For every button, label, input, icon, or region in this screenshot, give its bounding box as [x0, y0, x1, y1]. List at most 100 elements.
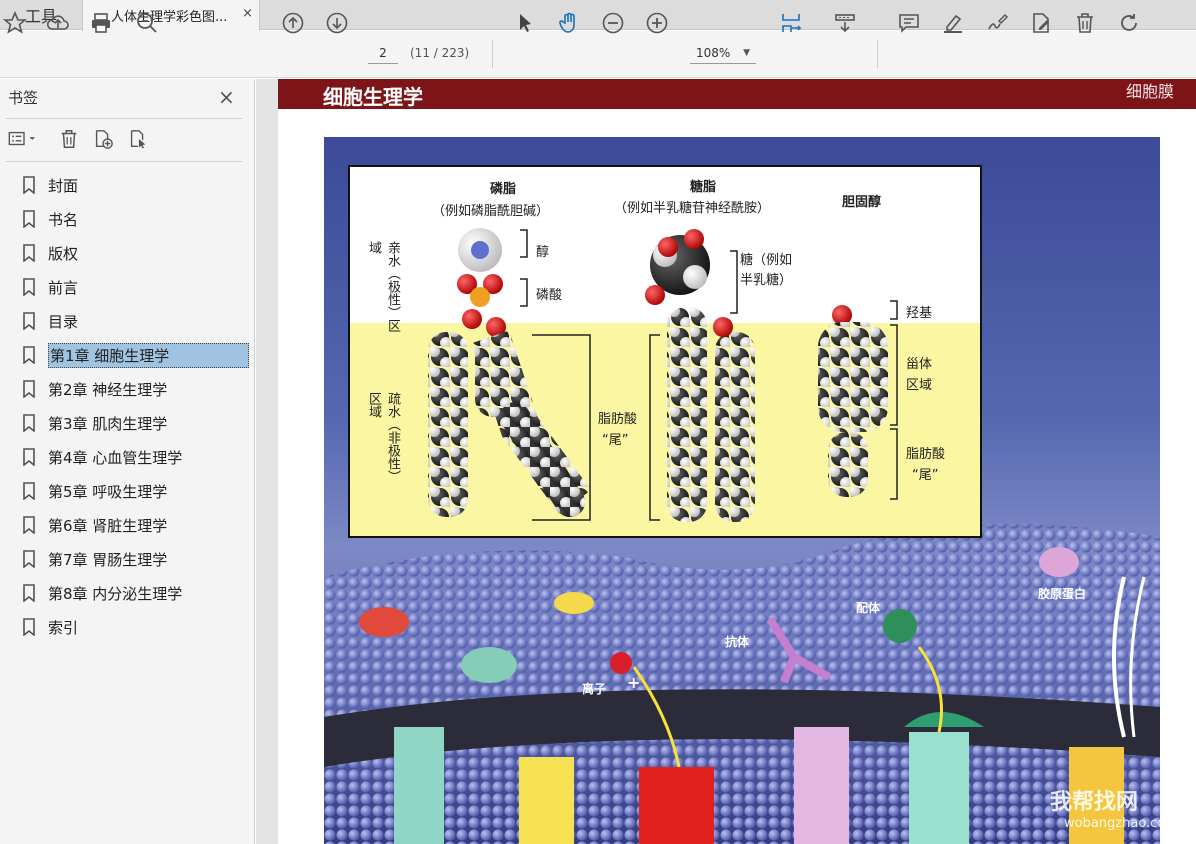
scroll-mode-icon[interactable]	[830, 8, 860, 38]
bookmark-item[interactable]: 第4章 心血管生理学	[22, 445, 182, 469]
divider	[6, 118, 242, 119]
phospholipid-example: （例如磷脂酰胆碱）	[432, 204, 550, 219]
section-label: 细胞膜	[1125, 82, 1174, 101]
fatty-acid-tail-label: 脂肪酸	[598, 412, 638, 427]
bookmark-icon	[23, 448, 35, 466]
bookmark-label: 版权	[48, 244, 79, 263]
bookmark-icon	[23, 482, 35, 500]
hand-icon[interactable]	[554, 8, 584, 38]
bookmark-icon	[23, 618, 35, 636]
zoom-select[interactable]: 108% ▼	[690, 42, 756, 64]
bookmark-label: 第2章 神经生理学	[48, 380, 168, 399]
delete-bookmark-icon[interactable]	[56, 126, 82, 152]
star-icon[interactable]	[0, 8, 30, 38]
bookmark-label: 第8章 内分泌生理学	[48, 584, 183, 603]
document-viewer[interactable]: 细胞生理学 细胞膜 配体 胶原蛋白 抗体 离子 + 磷脂 （例如磷脂酰胆碱） 糖…	[256, 79, 1196, 844]
bookmark-icon	[23, 210, 35, 228]
sign-icon[interactable]	[982, 8, 1012, 38]
cholesterol-label: 胆固醇	[842, 195, 882, 210]
new-bookmark-icon[interactable]	[90, 126, 116, 152]
bookmark-label: 第3章 肌肉生理学	[48, 414, 168, 433]
bookmark-item[interactable]: 索引	[22, 615, 78, 639]
bookmarks-title: 书签	[8, 89, 39, 107]
bookmark-label: 书名	[48, 210, 79, 229]
antibody-label: 抗体	[725, 635, 750, 649]
bookmark-item[interactable]: 前言	[22, 275, 78, 299]
up-arrow-icon[interactable]	[278, 8, 308, 38]
rotate-icon[interactable]	[1114, 8, 1144, 38]
select-cursor-icon[interactable]	[510, 8, 540, 38]
fit-page-icon[interactable]	[776, 8, 806, 38]
bookmark-item[interactable]: 目录	[22, 309, 78, 333]
bookmark-item[interactable]: 书名	[22, 207, 78, 231]
bookmark-label: 第7章 胃肠生理学	[48, 550, 168, 569]
print-icon[interactable]	[86, 8, 116, 38]
phosphate-label: 磷酸	[536, 288, 563, 303]
sugar-label-2: 半乳糖）	[740, 273, 793, 288]
bookmark-label: 第1章 细胞生理学	[48, 342, 249, 368]
bookmark-label: 第6章 肾脏生理学	[48, 516, 168, 535]
zoom-out-icon[interactable]	[598, 8, 628, 38]
lipid-structure-box: 磷脂 （例如磷脂酰胆碱） 糖脂 （例如半乳糖苷神经酰胺） 胆固醇 亲水（极性）区…	[348, 165, 982, 538]
bookmark-icon	[23, 584, 35, 602]
upload-icon[interactable]	[43, 8, 73, 38]
bookmark-icon	[23, 380, 35, 398]
lipid-molecules-image	[428, 228, 898, 522]
bookmark-item[interactable]: 第1章 细胞生理学	[22, 342, 249, 368]
down-arrow-icon[interactable]	[322, 8, 352, 38]
comment-icon[interactable]	[894, 8, 924, 38]
edit-pdf-icon[interactable]	[1026, 8, 1056, 38]
highlight-icon[interactable]	[938, 8, 968, 38]
watermark-url: wobangzhao.com	[1064, 816, 1178, 831]
bookmark-item[interactable]: 第6章 肾脏生理学	[22, 513, 167, 537]
bookmark-icon	[23, 550, 35, 568]
hydroxyl-label: 羟基	[906, 306, 933, 321]
page-banner: 细胞生理学 细胞膜	[278, 79, 1196, 109]
page-title: 细胞生理学	[323, 85, 423, 109]
bookmark-icon	[23, 516, 35, 534]
delete-icon[interactable]	[1070, 8, 1100, 38]
glycolipid-example: （例如半乳糖苷神经酰胺）	[614, 201, 771, 216]
bookmark-item[interactable]: 封面	[22, 173, 78, 197]
bookmark-item[interactable]: 版权	[22, 241, 78, 265]
steroid-label: 甾体	[906, 357, 933, 372]
tab-close-icon[interactable]: ×	[242, 6, 253, 21]
page-number-input[interactable]: 2	[368, 42, 398, 64]
bookmark-label: 前言	[48, 278, 79, 297]
bookmark-icon	[23, 176, 35, 194]
close-icon[interactable]: ×	[218, 85, 235, 109]
glycolipid-label: 糖脂	[690, 180, 717, 195]
bookmark-label: 第5章 呼吸生理学	[48, 482, 168, 501]
collagen-label: 胶原蛋白	[1038, 587, 1087, 601]
alcohol-label: 醇	[536, 245, 550, 260]
bookmark-item[interactable]: 第7章 胃肠生理学	[22, 547, 167, 571]
ligand-label: 配体	[856, 601, 881, 615]
bookmark-item[interactable]: 第2章 神经生理学	[22, 377, 167, 401]
cholesterol-tail-label-2: “尾”	[912, 468, 939, 483]
steroid-label-2: 区域	[906, 378, 933, 393]
page-count: (11 / 223)	[410, 46, 470, 60]
fatty-acid-tail-label-2: “尾”	[602, 433, 629, 448]
bookmark-item[interactable]: 第8章 内分泌生理学	[22, 581, 182, 605]
hydrophilic-region-label: 亲水（极性）区域	[366, 241, 400, 332]
bookmark-search-icon[interactable]	[125, 126, 151, 152]
sugar-label: 糖（例如	[740, 253, 793, 268]
bookmark-item[interactable]: 第3章 肌肉生理学	[22, 411, 167, 435]
options-menu-icon[interactable]	[6, 126, 42, 152]
bookmark-icon	[23, 346, 35, 364]
toolbar-divider	[492, 40, 493, 68]
bookmark-label: 第4章 心血管生理学	[48, 448, 183, 467]
membrane-bilayer-image	[324, 524, 1160, 844]
bookmark-label: 目录	[48, 312, 79, 331]
watermark: 我帮找网	[1050, 790, 1139, 815]
bookmark-icon	[23, 312, 35, 330]
membrane-illustration: 配体 胶原蛋白 抗体 离子 + 磷脂 （例如磷脂酰胆碱） 糖脂 （例如半乳糖苷神…	[324, 137, 1160, 844]
bookmark-label: 封面	[48, 176, 79, 195]
zoom-in-icon[interactable]	[642, 8, 672, 38]
bookmark-icon	[23, 244, 35, 262]
search-zoom-icon[interactable]	[132, 8, 162, 38]
bookmark-label: 索引	[48, 618, 79, 637]
bookmark-item[interactable]: 第5章 呼吸生理学	[22, 479, 167, 503]
ion-label: 离子	[582, 682, 607, 696]
divider	[6, 161, 242, 162]
